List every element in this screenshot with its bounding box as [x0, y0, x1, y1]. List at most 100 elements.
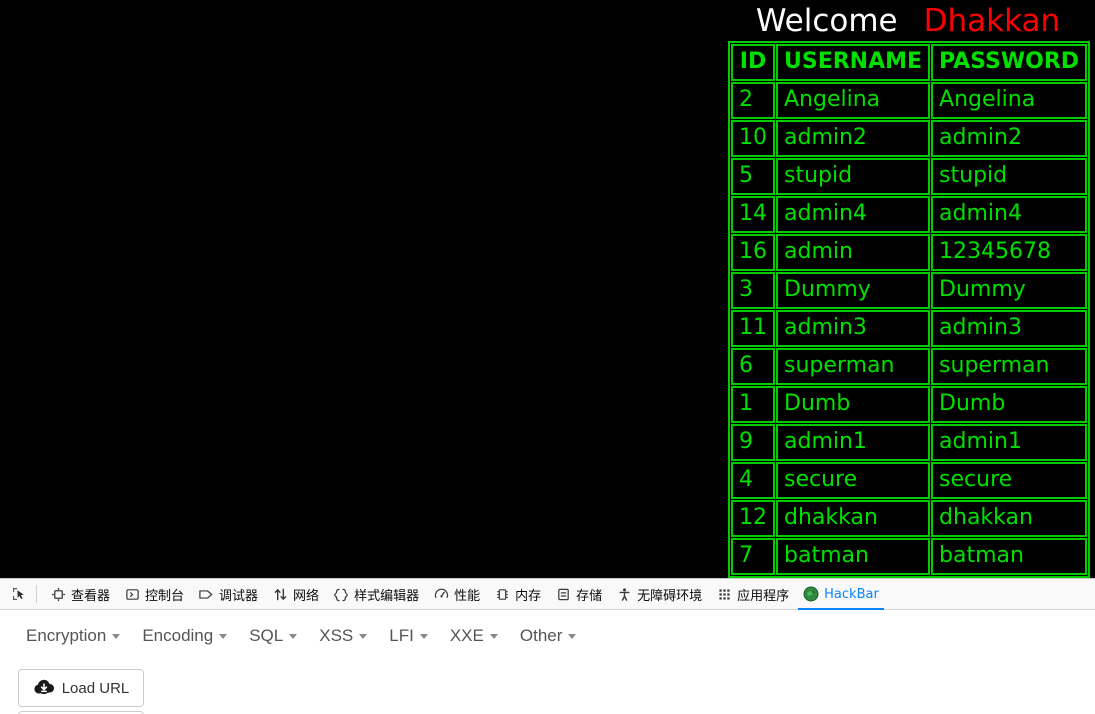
- devtools-tab-style-editor[interactable]: 样式编辑器: [326, 579, 426, 610]
- devtools-tab-label: 调试器: [219, 588, 259, 604]
- table-row: 10 admin2 admin2: [731, 120, 1088, 157]
- chevron-down-icon: [419, 634, 428, 640]
- devtools-tab-label: 样式编辑器: [354, 588, 420, 604]
- memory-icon: [494, 586, 510, 602]
- table-cell-id: 6: [731, 348, 775, 385]
- devtools-tab-application[interactable]: 应用程序: [709, 579, 796, 610]
- devtools-tab-label: 应用程序: [737, 588, 790, 604]
- style-editor-icon: [333, 586, 349, 602]
- devtools-tab-console[interactable]: 控制台: [117, 579, 191, 610]
- table-cell-password: Dumb: [931, 386, 1088, 423]
- table-cell-password: Angelina: [931, 82, 1088, 119]
- table-cell-password: batman: [931, 538, 1088, 575]
- hackbar-url-row: Load URL http://127.0.0.1/sqli7/Less-49/…: [0, 661, 1095, 714]
- hackbar-menu-label: Encryption: [26, 626, 107, 645]
- table-cell-id: 11: [731, 310, 775, 347]
- column-header-password: PASSWORD: [931, 44, 1088, 81]
- table-cell-username: secure: [776, 462, 931, 499]
- hackbar-menu-xss[interactable]: XSS: [311, 620, 381, 652]
- devtools-tab-inspector[interactable]: 查看器: [43, 579, 117, 610]
- devtools-tab-network[interactable]: 网络: [265, 579, 326, 610]
- table-body: 2 Angelina Angelina 10 admin2 admin2 5 stupid st…: [731, 82, 1088, 575]
- devtools-tab-storage[interactable]: 存储: [548, 579, 609, 610]
- table-cell-id: 2: [731, 82, 775, 119]
- table-cell-id: 14: [731, 196, 775, 233]
- hackbar-menu-xxe[interactable]: XXE: [442, 620, 512, 652]
- application-icon: [716, 586, 732, 602]
- hackbar-menubar: Encryption Encoding SQL XSS LFI XXE Other: [0, 611, 1095, 661]
- hackbar-menu-encoding[interactable]: Encoding: [134, 620, 241, 652]
- table-cell-id: 4: [731, 462, 775, 499]
- network-icon: [272, 586, 288, 602]
- devtools-tab-performance[interactable]: 性能: [426, 579, 487, 610]
- devtools-toolbar: 查看器 控制台 调试器 网络 样式编辑器 性能 内存 存储 无障碍环境 应用程序 HackBar: [0, 578, 1095, 610]
- cloud-download-icon: [33, 679, 55, 697]
- hackbar-menu-label: SQL: [249, 626, 284, 645]
- devtools-tab-debugger[interactable]: 调试器: [191, 579, 265, 610]
- table-row: 3 Dummy Dummy: [731, 272, 1088, 309]
- hackbar-menu-other[interactable]: Other: [512, 620, 591, 652]
- devtools-tab-label: 内存: [515, 588, 542, 604]
- table-cell-username: batman: [776, 538, 931, 575]
- hackbar-menu-label: Other: [519, 626, 563, 645]
- hackbar-menu-label: Encoding: [142, 626, 214, 645]
- table-cell-username: superman: [776, 348, 931, 385]
- load-url-label: Load URL: [61, 679, 130, 697]
- table-cell-id: 9: [731, 424, 775, 461]
- screenshot-root: Welcome Dhakkan ID USERNAME PASSWORD 2 Ang…: [0, 0, 1095, 714]
- table-cell-password: admin1: [931, 424, 1088, 461]
- table-cell-username: dhakkan: [776, 500, 931, 537]
- devtools-tab-label: 控制台: [145, 588, 185, 604]
- hackbar-menu-label: LFI: [389, 626, 414, 645]
- table-row: 14 admin4 admin4: [731, 196, 1088, 233]
- table-cell-id: 5: [731, 158, 775, 195]
- table-head: ID USERNAME PASSWORD: [731, 44, 1088, 81]
- table-cell-username: stupid: [776, 158, 931, 195]
- chevron-down-icon: [359, 634, 368, 640]
- hackbar-menu-encryption[interactable]: Encryption: [18, 620, 134, 652]
- devtools-tab-hackbar[interactable]: HackBar: [796, 579, 886, 610]
- table-cell-password: secure: [931, 462, 1088, 499]
- table-row: 11 admin3 admin3: [731, 310, 1088, 347]
- accessibility-icon: [616, 586, 632, 602]
- load-url-button[interactable]: Load URL: [18, 669, 144, 707]
- chevron-down-icon: [289, 634, 298, 640]
- table-cell-password: stupid: [931, 158, 1088, 195]
- table-cell-password: Dummy: [931, 272, 1088, 309]
- table-row: 5 stupid stupid: [731, 158, 1088, 195]
- hackbar-menu-list: Encryption Encoding SQL XSS LFI XXE Other: [18, 620, 590, 652]
- table-cell-password: admin4: [931, 196, 1088, 233]
- element-picker-icon[interactable]: [6, 582, 32, 606]
- table-cell-username: Dummy: [776, 272, 931, 309]
- table-cell-username: admin: [776, 234, 931, 271]
- table-cell-password: 12345678: [931, 234, 1088, 271]
- table-cell-id: 3: [731, 272, 775, 309]
- table-row: 12 dhakkan dhakkan: [731, 500, 1088, 537]
- table-row: 6 superman superman: [731, 348, 1088, 385]
- devtools-tab-label: 查看器: [71, 588, 111, 604]
- table-cell-username: Dumb: [776, 386, 931, 423]
- toolbar-divider: [36, 585, 37, 603]
- performance-icon: [433, 586, 449, 602]
- column-header-id: ID: [731, 44, 775, 81]
- table-cell-username: admin2: [776, 120, 931, 157]
- column-header-username: USERNAME: [776, 44, 931, 81]
- chevron-down-icon: [568, 634, 577, 640]
- devtools-tab-memory[interactable]: 内存: [487, 579, 548, 610]
- table-header-row: ID USERNAME PASSWORD: [731, 44, 1088, 81]
- devtools-tab-label: HackBar: [824, 586, 879, 602]
- table-cell-username: admin3: [776, 310, 931, 347]
- browser-page-content: Welcome Dhakkan ID USERNAME PASSWORD 2 Ang…: [0, 0, 1095, 578]
- table-row: 4 secure secure: [731, 462, 1088, 499]
- hackbar-menu-lfi[interactable]: LFI: [381, 620, 442, 652]
- table-cell-password: admin2: [931, 120, 1088, 157]
- devtools-tab-accessibility[interactable]: 无障碍环境: [609, 579, 709, 610]
- chevron-down-icon: [489, 634, 498, 640]
- hackbar-menu-sql[interactable]: SQL: [241, 620, 311, 652]
- welcome-heading: Welcome Dhakkan: [728, 2, 1088, 40]
- table-row: 7 batman batman: [731, 538, 1088, 575]
- table-row: 16 admin 12345678: [731, 234, 1088, 271]
- table-cell-id: 10: [731, 120, 775, 157]
- devtools-tab-list: 查看器 控制台 调试器 网络 样式编辑器 性能 内存 存储 无障碍环境 应用程序 HackBar: [43, 579, 886, 610]
- table-cell-username: Angelina: [776, 82, 931, 119]
